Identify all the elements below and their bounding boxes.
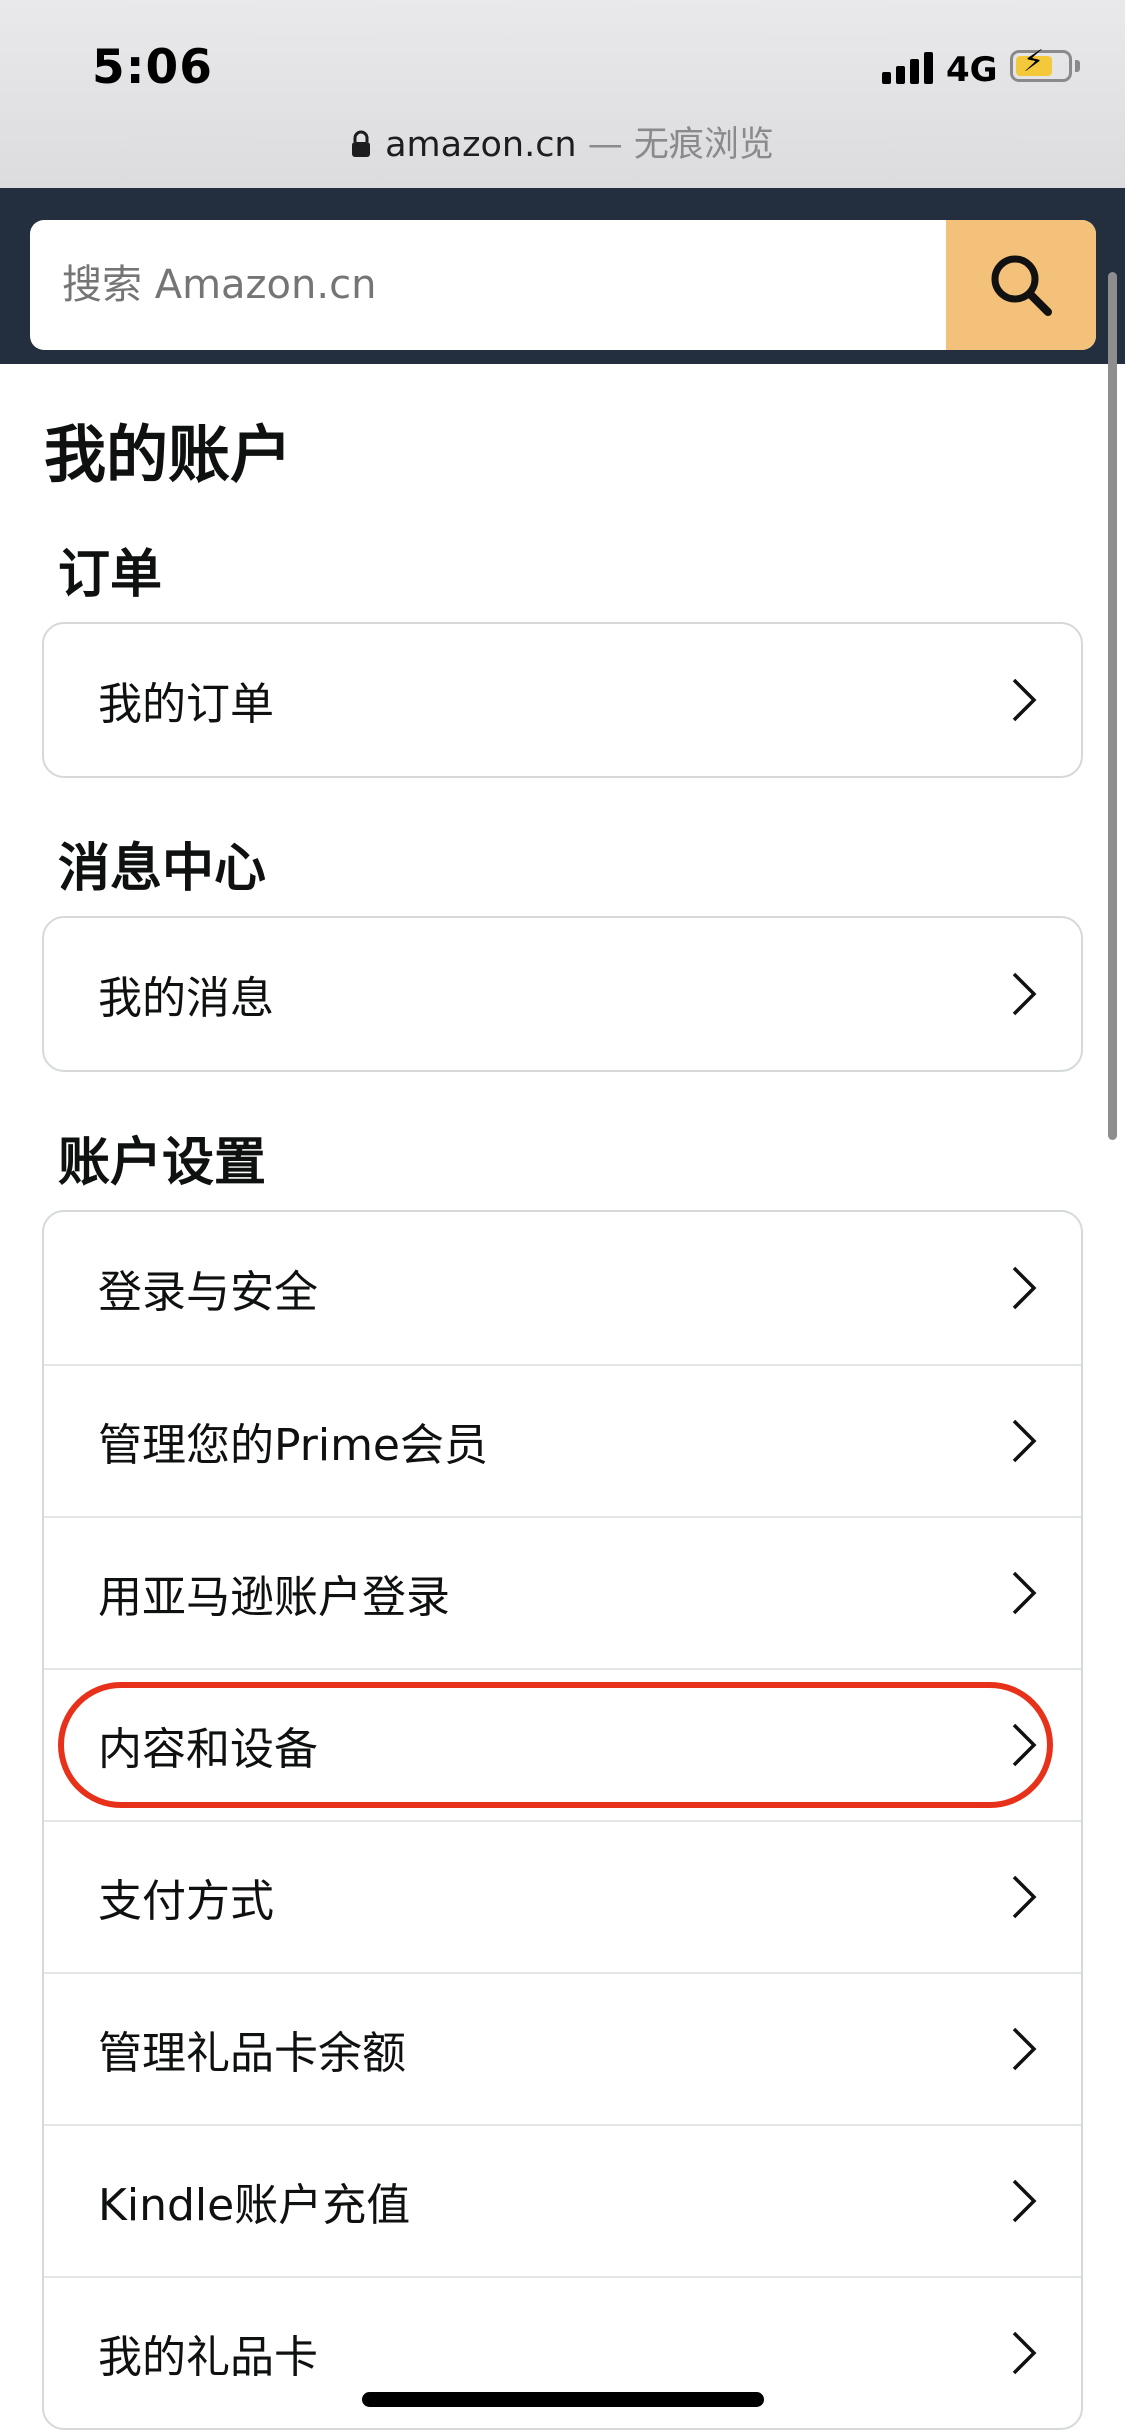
browser-top-bar: 5:06 4G ⚡ amazon.cn — 无痕浏览	[0, 0, 1125, 188]
list-item-label: 管理礼品卡余额	[98, 2028, 406, 2079]
chevron-right-icon	[1012, 1266, 1037, 1310]
lock-icon	[351, 127, 371, 167]
list-item-payment-methods[interactable]: 支付方式	[44, 1820, 1081, 1972]
address-bar[interactable]: amazon.cn — 无痕浏览	[0, 116, 1125, 167]
battery-cap	[1075, 60, 1080, 72]
list-item-label: 我的礼品卡	[98, 2332, 318, 2383]
home-indicator[interactable]	[362, 2392, 764, 2407]
page: 5:06 4G ⚡ amazon.cn — 无痕浏览 搜索 Amazon.cn …	[0, 0, 1125, 2436]
chevron-right-icon	[1012, 2179, 1037, 2223]
chevron-right-icon	[1012, 1875, 1037, 1919]
chevron-right-icon	[1012, 2027, 1037, 2071]
list-item-content-devices[interactable]: 内容和设备	[44, 1668, 1081, 1820]
messages-card: 我的消息	[42, 916, 1083, 1072]
list-item-my-messages[interactable]: 我的消息	[44, 918, 1081, 1070]
list-item-label: 我的消息	[98, 973, 274, 1024]
page-scrollbar[interactable]	[1108, 272, 1117, 1140]
settings-card: 登录与安全 管理您的Prime会员 用亚马逊账户登录 内容和设备 支付方式 管理…	[42, 1210, 1083, 2430]
chevron-right-icon	[1012, 972, 1037, 1016]
search-icon	[991, 255, 1052, 316]
list-item-prime-membership[interactable]: 管理您的Prime会员	[44, 1364, 1081, 1516]
list-item-login-with-amazon[interactable]: 用亚马逊账户登录	[44, 1516, 1081, 1668]
list-item-label: 我的订单	[98, 679, 274, 730]
search-input[interactable]	[30, 220, 946, 350]
search-button[interactable]	[946, 220, 1096, 350]
chevron-right-icon	[1012, 678, 1037, 722]
chevron-right-icon	[1012, 1571, 1037, 1615]
network-label: 4G	[946, 50, 998, 90]
battery-charging-icon: ⚡	[1010, 47, 1072, 82]
list-item-label: 内容和设备	[98, 1724, 318, 1775]
page-title: 我的账户	[44, 418, 293, 491]
list-item-label: Kindle账户充值	[98, 2180, 411, 2231]
site-header	[0, 188, 1125, 364]
status-time: 5:06	[92, 40, 213, 95]
orders-card: 我的订单	[42, 622, 1083, 778]
list-item-label: 登录与安全	[98, 1267, 318, 1318]
section-title-settings: 账户设置	[58, 1133, 267, 1193]
list-item-gift-card-balance[interactable]: 管理礼品卡余额	[44, 1972, 1081, 2124]
section-title-messages: 消息中心	[58, 839, 267, 899]
private-mode-label: — 无痕浏览	[576, 125, 774, 165]
list-item-label: 管理您的Prime会员	[98, 1420, 489, 1471]
list-item-my-orders[interactable]: 我的订单	[44, 624, 1081, 776]
signal-icon	[882, 52, 934, 84]
list-item-kindle-topup[interactable]: Kindle账户充值	[44, 2124, 1081, 2276]
chevron-right-icon	[1012, 1723, 1037, 1767]
chevron-right-icon	[1012, 1419, 1037, 1463]
search-bar	[30, 220, 1096, 350]
chevron-right-icon	[1012, 2331, 1037, 2375]
list-item-login-security[interactable]: 登录与安全	[44, 1212, 1081, 1364]
list-item-label: 支付方式	[98, 1876, 274, 1927]
list-item-label: 用亚马逊账户登录	[98, 1572, 450, 1623]
section-title-orders: 订单	[58, 545, 163, 605]
address-domain: amazon.cn	[385, 125, 577, 165]
